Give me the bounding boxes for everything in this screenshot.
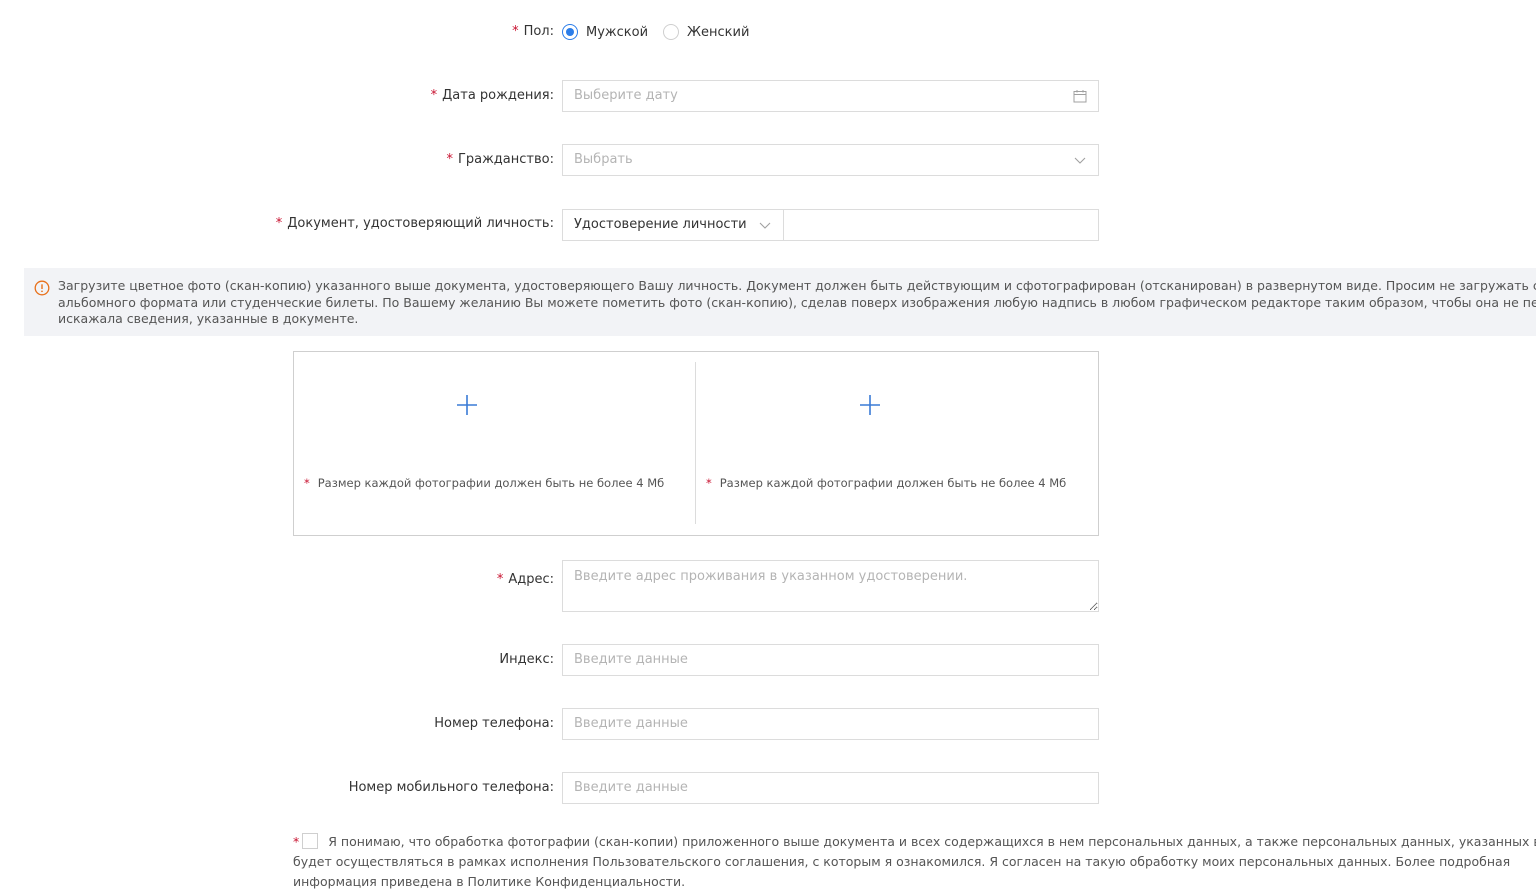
citizenship-select[interactable]: Выбрать — [562, 144, 1099, 176]
photo-upload-area: * Размер каждой фотографии должен быть не… — [293, 351, 1099, 536]
address-textarea[interactable] — [562, 560, 1099, 612]
consent-checkbox[interactable] — [302, 833, 319, 849]
mobile-placeholder: Введите данные — [574, 780, 688, 795]
upload-size-hint: * Размер каждой фотографии должен быть не… — [304, 476, 665, 490]
warning-icon — [34, 280, 50, 296]
document-number-input[interactable] — [783, 209, 1099, 241]
birth-date-picker[interactable]: Выберите дату — [562, 80, 1099, 112]
calendar-icon[interactable] — [1073, 89, 1087, 103]
document-type-select[interactable]: Удостоверение личности — [562, 209, 784, 241]
gender-female-label[interactable]: Женский — [687, 25, 749, 40]
citizenship-label: * Гражданство: — [446, 152, 554, 167]
gender-female-radio[interactable] — [663, 24, 680, 40]
postal-code-input[interactable]: Введите данные — [562, 644, 1099, 676]
postal-code-label: Индекс: — [499, 652, 554, 667]
mobile-input[interactable]: Введите данные — [562, 772, 1099, 804]
gender-radio-group: Мужской Женский — [562, 21, 764, 43]
document-label: * Документ, удостоверяющий личность: — [275, 216, 554, 231]
notice-text: Загрузите цветное фото (скан-копию) указ… — [58, 278, 1536, 326]
phone-input[interactable]: Введите данные — [562, 708, 1099, 740]
postal-code-placeholder: Введите данные — [574, 652, 688, 667]
chevron-down-icon — [1074, 157, 1086, 164]
gender-male-radio[interactable] — [562, 24, 578, 40]
phone-placeholder: Введите данные — [574, 716, 688, 731]
citizenship-placeholder: Выбрать — [574, 152, 633, 167]
plus-icon[interactable] — [859, 394, 881, 416]
gender-male-label[interactable]: Мужской — [586, 25, 648, 40]
document-upload-notice: Загрузите цветное фото (скан-копию) указ… — [24, 268, 1536, 336]
gender-label: * Пол: — [512, 24, 554, 39]
phone-label: Номер телефона: — [434, 716, 554, 731]
birth-date-label: * Дата рождения: — [430, 88, 554, 103]
address-label: * Адрес: — [496, 572, 554, 587]
upload-size-hint: * Размер каждой фотографии должен быть не… — [706, 476, 1067, 490]
consent-block: * Я понимаю, что обработка фотографии (ск… — [293, 832, 1536, 892]
mobile-label: Номер мобильного телефона: — [348, 780, 554, 795]
photo-upload-slot[interactable]: * Размер каждой фотографии должен быть не… — [294, 352, 696, 535]
photo-upload-slot[interactable]: * Размер каждой фотографии должен быть не… — [696, 352, 1098, 535]
plus-icon[interactable] — [456, 394, 478, 416]
chevron-down-icon — [759, 222, 771, 229]
birth-date-placeholder: Выберите дату — [574, 88, 678, 103]
consent-text: Я понимаю, что обработка фотографии (ска… — [293, 834, 1536, 889]
document-type-value: Удостоверение личности — [574, 217, 747, 232]
